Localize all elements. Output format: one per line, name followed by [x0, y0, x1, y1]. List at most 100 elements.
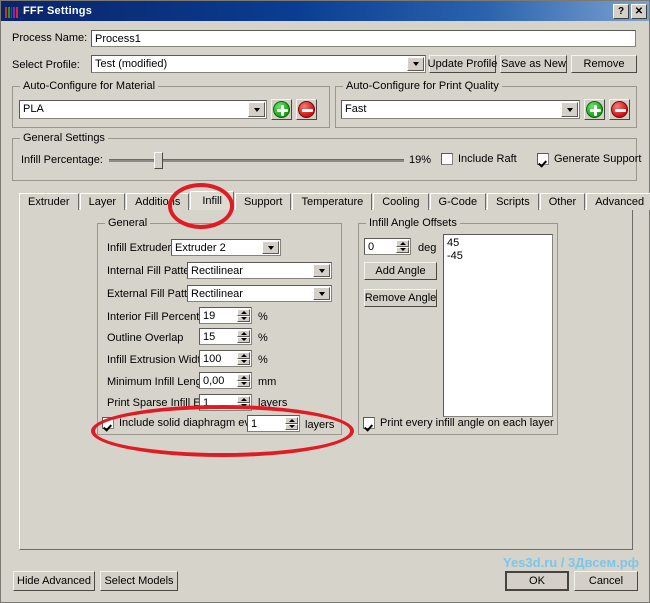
infill-extruder-value: Extruder 2 [175, 242, 226, 254]
stepper-down-icon[interactable] [237, 358, 250, 365]
stepper-down-icon[interactable] [396, 246, 409, 253]
tab-support[interactable]: Support [234, 193, 292, 210]
tab-extruder[interactable]: Extruder [19, 193, 79, 210]
tab-infill[interactable]: Infill [190, 191, 234, 210]
fff-settings-window: FFF Settings ? ✕ Process Name: Process1 … [0, 0, 650, 603]
chevron-down-icon[interactable] [248, 102, 265, 117]
tab-additions[interactable]: Additions [126, 193, 190, 210]
generate-support-checkbox[interactable]: Generate Support [537, 153, 641, 165]
stepper-down-icon[interactable] [237, 315, 250, 322]
angle-offset-value: 0 [368, 241, 375, 253]
internal-fill-pattern-dropdown[interactable]: Rectilinear [187, 262, 332, 279]
include-raft-checkbox[interactable]: Include Raft [441, 153, 517, 165]
close-icon[interactable]: ✕ [631, 3, 647, 19]
chevron-down-icon[interactable] [262, 241, 279, 254]
remove-profile-button[interactable]: Remove [571, 55, 637, 73]
tab-layer[interactable]: Layer [79, 193, 126, 210]
select-profile-value: Test (modified) [95, 58, 168, 70]
checkbox-box [102, 417, 114, 429]
infill-general-caption: General [105, 217, 151, 229]
tab-other[interactable]: Other [539, 193, 586, 210]
stepper-down-icon[interactable] [237, 380, 250, 387]
tab-temperature[interactable]: Temperature [292, 193, 373, 210]
list-item[interactable]: 45 [447, 237, 549, 250]
add-angle-button[interactable]: Add Angle [364, 262, 437, 280]
help-icon[interactable]: ? [613, 3, 629, 19]
chevron-down-icon[interactable] [561, 102, 578, 117]
outline-overlap-stepper[interactable]: 15 [199, 328, 252, 345]
include-solid-diaphragm-checkbox[interactable]: Include solid diaphragm every [102, 417, 265, 429]
checkbox-box [363, 417, 375, 429]
print-sparse-infill-every-value: 1 [203, 397, 210, 409]
list-item[interactable]: -45 [447, 250, 549, 263]
interior-fill-percentage-unit: % [258, 311, 268, 323]
process-name-input[interactable]: Process1 [91, 30, 636, 47]
print-every-infill-angle-checkbox[interactable]: Print every infill angle on each layer [363, 417, 554, 429]
stepper-down-icon[interactable] [285, 423, 298, 430]
chevron-down-icon[interactable] [313, 264, 330, 277]
angle-offset-unit: deg [418, 242, 437, 254]
ok-button[interactable]: OK [505, 571, 569, 591]
minimum-infill-length-label: Minimum Infill Length [107, 376, 211, 388]
include-solid-diaphragm-label: Include solid diaphragm every [119, 417, 266, 429]
infill-extrusion-width-value: 100 [203, 353, 222, 365]
add-material-button[interactable] [271, 99, 292, 120]
minimum-infill-length-unit: mm [258, 376, 277, 388]
infill-percentage-slider-thumb[interactable] [154, 152, 163, 169]
external-fill-pattern-dropdown[interactable]: Rectilinear [187, 285, 332, 302]
minimum-infill-length-stepper[interactable]: 0,00 [199, 372, 252, 389]
checkbox-box [537, 153, 549, 165]
hide-advanced-button[interactable]: Hide Advanced [13, 571, 95, 591]
save-as-new-button[interactable]: Save as New [500, 55, 567, 73]
add-quality-button[interactable] [584, 99, 605, 120]
print-sparse-infill-every-stepper[interactable]: 1 [199, 394, 252, 411]
infill-percentage-value: 19% [409, 154, 432, 166]
interior-fill-percentage-stepper[interactable]: 19 [199, 307, 252, 324]
auto-configure-quality-caption: Auto-Configure for Print Quality [343, 80, 502, 92]
remove-angle-button[interactable]: Remove Angle [364, 289, 437, 307]
cancel-button[interactable]: Cancel [574, 571, 638, 591]
settings-tabstrip: Extruder Layer Additions Infill Support … [19, 191, 650, 210]
stepper-down-icon[interactable] [237, 336, 250, 343]
tab-cooling[interactable]: Cooling [373, 193, 429, 210]
title-bar: FFF Settings ? ✕ [1, 1, 649, 21]
internal-fill-pattern-value: Rectilinear [191, 265, 243, 277]
checkbox-box [441, 153, 453, 165]
chevron-down-icon[interactable] [407, 57, 424, 71]
stepper-down-icon[interactable] [237, 402, 250, 409]
chevron-down-icon[interactable] [313, 287, 330, 300]
tab-advanced[interactable]: Advanced [586, 193, 650, 210]
print-sparse-infill-every-unit: layers [258, 397, 288, 409]
infill-percentage-label: Infill Percentage: [21, 154, 103, 166]
remove-quality-button[interactable] [609, 99, 630, 120]
update-profile-button[interactable]: Update Profile [428, 55, 497, 73]
select-profile-dropdown[interactable]: Test (modified) [91, 55, 426, 73]
material-dropdown[interactable]: PLA [19, 100, 267, 119]
plus-circle-icon [273, 101, 290, 118]
select-profile-label: Select Profile: [12, 59, 80, 71]
material-value: PLA [23, 103, 44, 115]
angle-offset-stepper[interactable]: 0 [364, 238, 411, 255]
infill-extrusion-width-label: Infill Extrusion Width [107, 354, 207, 366]
internal-fill-pattern-label: Internal Fill Pattern [107, 265, 200, 277]
print-every-infill-angle-label: Print every infill angle on each layer [380, 417, 554, 429]
infill-extrusion-width-unit: % [258, 354, 268, 366]
interior-fill-percentage-value: 19 [203, 310, 216, 322]
print-quality-value: Fast [345, 103, 367, 115]
select-models-button[interactable]: Select Models [100, 571, 178, 591]
tab-gcode[interactable]: G-Code [429, 193, 487, 210]
angle-list[interactable]: 45 -45 [443, 234, 553, 417]
infill-extruder-label: Infill Extruder [107, 242, 172, 254]
infill-extrusion-width-stepper[interactable]: 100 [199, 350, 252, 367]
tab-scripts[interactable]: Scripts [487, 193, 539, 210]
plus-circle-icon [586, 101, 603, 118]
include-raft-label: Include Raft [458, 153, 517, 165]
minimum-infill-length-value: 0,00 [203, 375, 225, 387]
infill-extruder-dropdown[interactable]: Extruder 2 [171, 239, 281, 256]
include-solid-diaphragm-unit: layers [305, 419, 335, 431]
include-solid-diaphragm-stepper[interactable]: 1 [247, 415, 300, 432]
outline-overlap-unit: % [258, 332, 268, 344]
remove-material-button[interactable] [296, 99, 317, 120]
print-quality-dropdown[interactable]: Fast [341, 100, 580, 119]
color-bars-icon [5, 5, 18, 18]
